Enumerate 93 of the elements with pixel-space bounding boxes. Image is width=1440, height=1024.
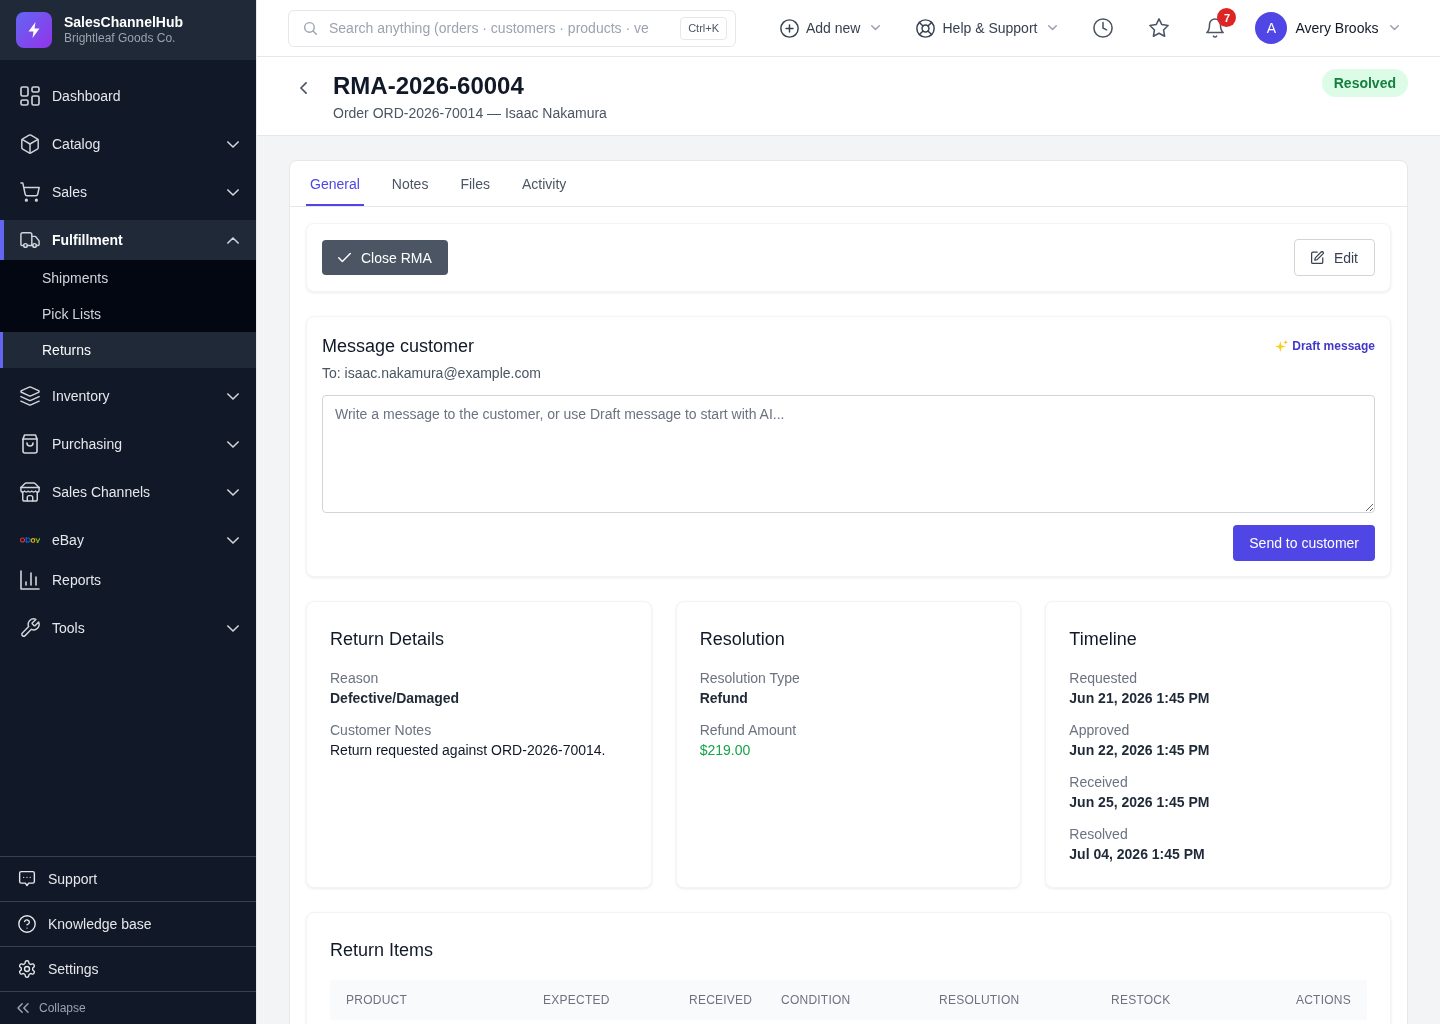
edit-button[interactable]: Edit	[1293, 239, 1375, 276]
draft-message-link[interactable]: Draft message	[1275, 339, 1375, 353]
sidebar-item[interactable]: Catalog	[0, 124, 256, 164]
lifebuoy-icon	[916, 18, 936, 38]
bar-chart-icon	[20, 570, 40, 590]
bell-icon[interactable]	[1205, 18, 1226, 38]
settings-icon	[18, 960, 36, 978]
sidebar-item[interactable]: Sales Channels	[0, 472, 256, 512]
back-icon[interactable]	[300, 82, 307, 94]
field-value: Jun 21, 2026 1:45 PM	[1069, 689, 1211, 708]
card-title: Timeline	[1069, 628, 1138, 651]
status-badge: Resolved	[1321, 69, 1408, 97]
caret-icon	[1048, 25, 1058, 31]
chat-icon	[18, 870, 36, 888]
brand-subtitle: Brightleaf Goods Co.	[64, 31, 177, 46]
field-value: Jun 25, 2026 1:45 PM	[1069, 793, 1211, 812]
sidebar-item[interactable]: Reports	[0, 560, 256, 600]
logo-icon	[20, 537, 40, 543]
page-subtitle: Order ORD-2026-70014 — Isaac Nakamura	[333, 104, 608, 123]
field-value: Refund	[699, 689, 749, 708]
send-button[interactable]: Send to customer	[1233, 525, 1375, 561]
menu-button[interactable]: Add new	[780, 18, 881, 38]
pencil-square-icon	[1310, 251, 1324, 264]
store-icon	[20, 482, 40, 502]
caret-icon	[871, 25, 881, 31]
close-rma-button[interactable]: Close RMA	[322, 240, 448, 275]
field-value: $219.00	[699, 741, 752, 760]
user-menu-button[interactable]: A Avery Brooks	[1255, 12, 1400, 44]
sidebar-subitem[interactable]: Shipments	[0, 260, 256, 296]
field-label: Refund Amount	[699, 721, 798, 740]
field-value: Return requested against ORD-2026-70014.	[330, 741, 607, 760]
plus-circle-icon	[780, 18, 799, 38]
help-icon	[18, 915, 36, 933]
sidebar-item[interactable]: Sales	[0, 172, 256, 212]
search-bar[interactable]: Search anything (orders · customers · products · ve Ctrl+K	[288, 9, 736, 47]
sidebar-subitem[interactable]: Returns	[0, 332, 256, 368]
shortcut-hint: Ctrl+K	[680, 16, 727, 40]
card-title: Message customer	[322, 335, 475, 358]
tab[interactable]: Notes	[387, 161, 433, 206]
field-label: Resolved	[1069, 825, 1129, 844]
brand-name: SalesChannelHub	[64, 14, 184, 31]
column-header: ACTIONS	[1294, 993, 1352, 1007]
sidebar-item[interactable]: Fulfillment	[0, 220, 256, 260]
tab[interactable]: Activity	[517, 161, 571, 206]
tab[interactable]: Files	[456, 161, 494, 206]
field-label: Reason	[330, 669, 380, 688]
sidebar-item[interactable]: Tools	[0, 608, 256, 648]
tab[interactable]: General	[306, 161, 364, 206]
message-field[interactable]: Write a message to the customer, or use Draft message to start with AI...	[322, 395, 1375, 513]
sidebar-item[interactable]: Dashboard	[0, 76, 256, 116]
field-label: Requested	[1069, 669, 1139, 688]
bag-icon	[20, 434, 40, 454]
card-title: Return Details	[330, 628, 446, 651]
field-label: Customer Notes	[330, 721, 433, 740]
recipient-text: To: isaac.nakamura@example.com	[322, 364, 542, 383]
page-title: RMA-2026-60004	[333, 71, 525, 101]
star-icon[interactable]	[1149, 18, 1170, 38]
field-value: Defective/Damaged	[330, 689, 461, 708]
search-input[interactable]: Search anything (orders · customers · products · ve	[329, 18, 669, 38]
column-header: RESOLUTION	[938, 993, 1021, 1007]
column-header: RECEIVED	[688, 993, 754, 1007]
column-header: RESTOCK	[1110, 993, 1172, 1007]
notification-badge: 7	[1217, 8, 1237, 27]
truck-icon	[20, 230, 40, 250]
user-avatar: A	[1255, 12, 1288, 44]
cube-icon	[20, 134, 40, 154]
sparkle-icon	[1275, 340, 1289, 352]
column-header: PRODUCT	[345, 993, 408, 1007]
menu-button[interactable]: Help & Support	[916, 18, 1058, 38]
grid-icon	[20, 86, 40, 106]
field-value: Jun 22, 2026 1:45 PM	[1069, 741, 1211, 760]
field-label: Resolution Type	[699, 669, 801, 688]
column-header: EXPECTED	[542, 993, 611, 1007]
search-icon	[304, 21, 317, 35]
card-title: Return Items	[330, 939, 435, 962]
card-title: Resolution	[699, 628, 786, 651]
double-chevron-icon	[17, 1003, 29, 1013]
wrench-icon	[20, 618, 40, 638]
bolt-icon	[16, 12, 52, 48]
cart-icon	[20, 182, 40, 202]
caret-icon	[1390, 25, 1400, 31]
column-header: CONDITION	[780, 993, 852, 1007]
sidebar-item[interactable]: Inventory	[0, 376, 256, 416]
field-label: Approved	[1069, 721, 1131, 740]
sidebar-subitem[interactable]: Pick Lists	[0, 296, 256, 332]
sidebar-item[interactable]: Purchasing	[0, 424, 256, 464]
collapse-button[interactable]: Collapse	[0, 991, 256, 1024]
field-label: Received	[1069, 773, 1129, 792]
clock-icon[interactable]	[1093, 18, 1114, 38]
sidebar-item[interactable]: eBay	[0, 520, 256, 560]
check-icon	[338, 251, 351, 264]
field-value: Jul 04, 2026 1:45 PM	[1069, 845, 1206, 864]
layers-icon	[20, 386, 40, 406]
